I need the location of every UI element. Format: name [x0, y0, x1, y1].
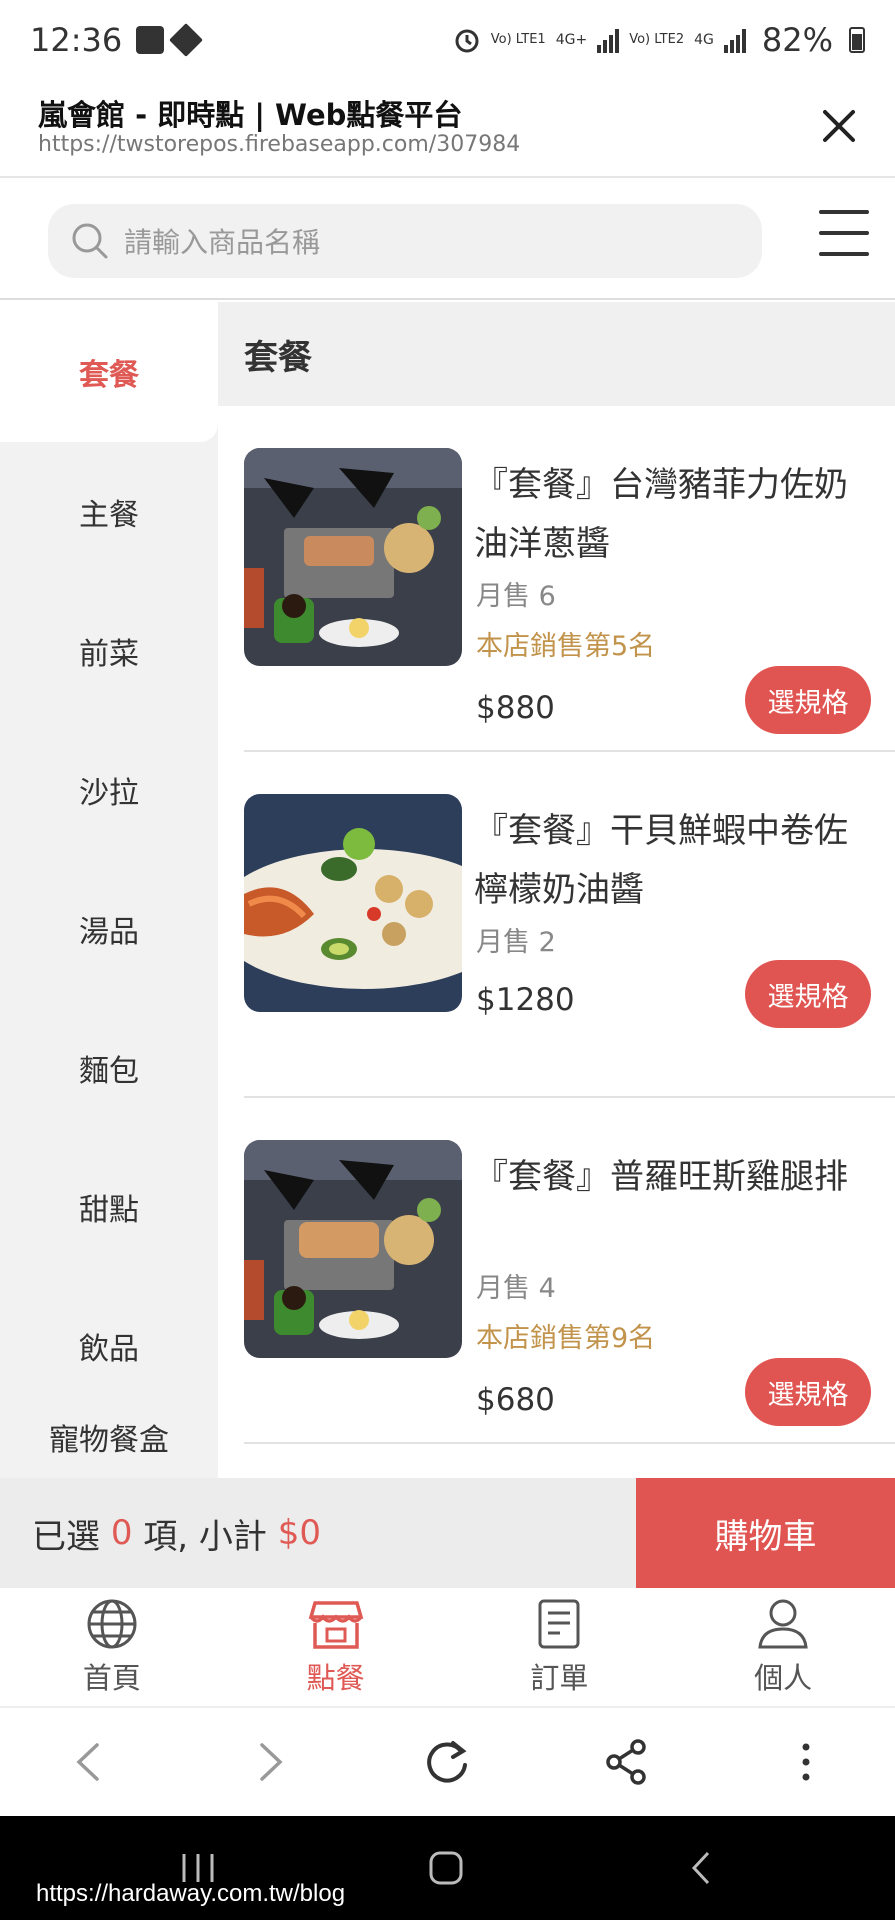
section-title: 套餐: [218, 302, 895, 406]
product-image[interactable]: [244, 1140, 462, 1358]
sidebar-item-main[interactable]: 主餐: [0, 442, 218, 581]
sidebar-item-dessert[interactable]: 甜點: [0, 1137, 218, 1276]
sim2-type: 4G: [694, 32, 714, 48]
cart-count: 0: [110, 1513, 133, 1553]
network-sim2: Vo) LTE2: [629, 33, 684, 47]
app-notification-icon: [169, 23, 204, 57]
browser-header: 嵐會館 - 即時點 | Web點餐平台 https://twstorepos.f…: [0, 80, 895, 178]
tab-orders[interactable]: 訂單: [448, 1588, 672, 1706]
forward-icon[interactable]: [244, 1737, 294, 1787]
signal-icon: [597, 27, 620, 53]
status-bar: 12:36 Vo) LTE1 4G+ Vo) LTE2 4G 82%: [0, 0, 895, 80]
tab-order-label: 點餐: [306, 1661, 365, 1695]
sidebar-item-appetizer[interactable]: 前菜: [0, 581, 218, 720]
tab-home[interactable]: 首頁: [0, 1588, 224, 1706]
close-icon[interactable]: [813, 100, 865, 152]
cart-subtotal-label: 項, 小計: [132, 1516, 278, 1557]
receipt-icon: [538, 1599, 580, 1649]
alarm-icon: [455, 29, 479, 53]
product-card[interactable]: 『套餐』台灣豬菲力佐奶油洋蔥醬 月售 6 本店銷售第5名 $880 選規格: [244, 406, 895, 752]
product-name[interactable]: 『套餐』干貝鮮蝦中卷佐檸檬奶油醬: [474, 802, 874, 920]
system-back-icon[interactable]: [682, 1850, 722, 1886]
gallery-icon: [136, 26, 165, 54]
product-monthly-sales: 月售 6: [476, 581, 556, 612]
clock: 12:36: [30, 21, 123, 59]
product-price: $680: [476, 1382, 555, 1418]
sim2-label: Vo) LTE2: [629, 32, 685, 47]
cart-bar: 已選 0 項, 小計 $0 購物車: [0, 1478, 895, 1588]
sidebar-item-salad[interactable]: 沙拉: [0, 720, 218, 859]
product-card[interactable]: 『套餐』普羅旺斯雞腿排 月售 4 本店銷售第9名 $680 選規格: [244, 1098, 895, 1444]
signal-icon: [723, 27, 746, 53]
network-sim1: Vo) LTE1: [491, 33, 546, 47]
cart-prefix: 已選: [32, 1516, 111, 1557]
cart-subtotal: $0: [277, 1513, 321, 1553]
product-card[interactable]: 『套餐』干貝鮮蝦中卷佐檸檬奶油醬 月售 2 $1280 選規格: [244, 752, 895, 1098]
select-spec-button[interactable]: 選規格: [745, 1358, 871, 1426]
product-image[interactable]: [244, 794, 462, 1012]
reload-icon[interactable]: [423, 1737, 473, 1787]
sidebar-item-drinks[interactable]: 飲品: [0, 1276, 218, 1415]
search-placeholder: 請輸入商品名稱: [124, 226, 321, 259]
watermark-url: https://hardaway.com.tw/blog: [36, 1880, 346, 1907]
tab-orders-label: 訂單: [530, 1661, 589, 1695]
store-icon: [308, 1601, 363, 1649]
search-row: 請輸入商品名稱: [0, 180, 895, 300]
product-price: $880: [476, 690, 555, 726]
page-title: 嵐會館 - 即時點 | Web點餐平台: [38, 98, 463, 132]
battery-level: 82%: [761, 21, 833, 59]
select-spec-button[interactable]: 選規格: [745, 666, 871, 734]
product-name[interactable]: 『套餐』普羅旺斯雞腿排: [474, 1148, 874, 1207]
person-icon: [758, 1599, 808, 1649]
category-sidebar: 套餐 主餐 前菜 沙拉 湯品 麵包 甜點 飲品 寵物餐盒: [0, 302, 218, 1478]
hamburger-menu-icon[interactable]: [819, 210, 869, 256]
app-screen: 12:36 Vo) LTE1 4G+ Vo) LTE2 4G 82% 嵐會館 -…: [0, 0, 895, 1920]
product-price: $1280: [476, 982, 575, 1018]
select-spec-button[interactable]: 選規格: [745, 960, 871, 1028]
more-options-icon[interactable]: [781, 1737, 831, 1787]
cart-summary: 已選 0 項, 小計 $0: [32, 1478, 321, 1588]
tab-order[interactable]: 點餐: [224, 1588, 448, 1706]
product-name[interactable]: 『套餐』台灣豬菲力佐奶油洋蔥醬: [474, 456, 874, 574]
browser-nav: [0, 1708, 895, 1816]
sidebar-item-soup[interactable]: 湯品: [0, 859, 218, 998]
tab-profile[interactable]: 個人: [671, 1588, 895, 1706]
sidebar-item-pet-meal[interactable]: 寵物餐盒: [0, 1415, 218, 1475]
product-monthly-sales: 月售 4: [476, 1273, 556, 1304]
tab-profile-label: 個人: [754, 1661, 813, 1695]
sim1-label: Vo) LTE1: [490, 32, 546, 47]
search-icon: [72, 223, 108, 259]
product-rank: 本店銷售第9名: [476, 1323, 656, 1354]
share-icon[interactable]: [602, 1737, 652, 1787]
home-icon[interactable]: [426, 1850, 466, 1886]
tab-home-label: 首頁: [82, 1661, 141, 1695]
sim1-type: 4G+: [555, 32, 588, 48]
product-rank: 本店銷售第5名: [476, 631, 656, 662]
product-monthly-sales: 月售 2: [476, 927, 556, 958]
sidebar-item-active[interactable]: 套餐: [0, 302, 218, 442]
status-indicators: Vo) LTE1 4G+ Vo) LTE2 4G 82%: [453, 21, 865, 59]
sidebar-item-bread[interactable]: 麵包: [0, 998, 218, 1137]
search-input[interactable]: 請輸入商品名稱: [48, 204, 762, 278]
back-icon[interactable]: [65, 1737, 115, 1787]
cart-button[interactable]: 購物車: [636, 1478, 895, 1588]
bottom-tab-bar: 首頁 點餐 訂單 個人: [0, 1588, 895, 1708]
battery-icon: [849, 27, 865, 53]
page-url: https://twstorepos.firebaseapp.com/30798…: [38, 132, 521, 157]
globe-icon: [87, 1599, 137, 1649]
product-image[interactable]: [244, 448, 462, 666]
